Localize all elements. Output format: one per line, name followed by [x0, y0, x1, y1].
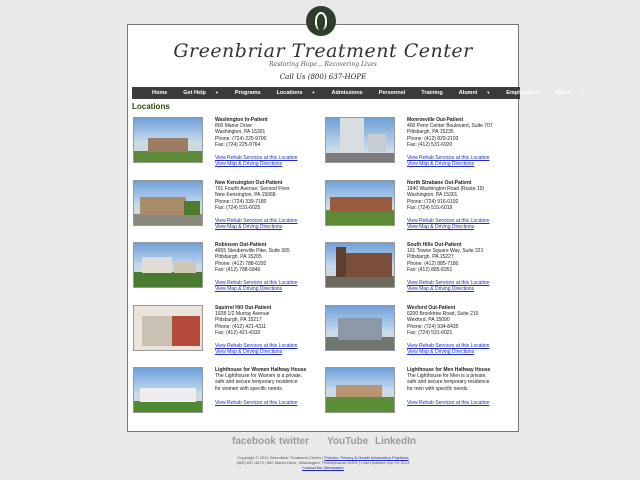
- location-fax: Fax: (412) 885-8351: [407, 266, 453, 273]
- nav-label: Personnel: [378, 90, 406, 96]
- nav-item-alumni[interactable]: Alumni ▼: [459, 90, 499, 96]
- footer: Copyright © 2010 Greenbriar Treatment Ce…: [127, 455, 519, 470]
- nav-label: Training: [421, 90, 443, 96]
- location-photo: [133, 305, 203, 351]
- location-card: North Strabane Out-Patient 1840 Washingt…: [325, 180, 515, 238]
- main-nav: Home Get Help ▼ Programs Locations ▼ Admis…: [132, 87, 584, 99]
- location-photo: [325, 117, 395, 163]
- location-info: Wexford Out-Patient 6200 Brooktree Road,…: [407, 305, 517, 336]
- location-fax: Fax: (724) 531-6021: [407, 329, 453, 336]
- location-links: View Rehab Services at this Location Vie…: [215, 155, 325, 168]
- location-info: Lighthouse for Men Halfway House The Lig…: [407, 367, 517, 392]
- nav-item-get-help[interactable]: Get Help ▼: [183, 90, 227, 96]
- location-links: View Rehab Services at this Location Vie…: [407, 155, 517, 168]
- location-card: Monroeville Out-Patient 400 Penn Center …: [325, 117, 515, 175]
- nav-label: Home: [152, 90, 168, 96]
- chevron-down-icon: ▼: [311, 90, 316, 95]
- nav-label: Admissions: [331, 90, 363, 96]
- site-brand[interactable]: Greenbriar Treatment Center: [127, 40, 519, 62]
- location-photo: [133, 117, 203, 163]
- location-links: View Rehab Services at this Location Vie…: [215, 343, 325, 356]
- leaf-logo-icon[interactable]: [306, 6, 336, 36]
- nav-item-employment[interactable]: Employment: [506, 90, 547, 96]
- map-directions-link[interactable]: View Map & Driving Directions: [407, 349, 517, 355]
- location-card: Washington In-Patient 800 Manor Drive Wa…: [133, 117, 323, 175]
- location-fax: Fax: (412) 421-4332: [215, 329, 261, 336]
- nav-item-about[interactable]: About ▼: [555, 90, 592, 96]
- location-links: View Rehab Services at this Location Vie…: [407, 343, 517, 356]
- nav-label: About: [555, 90, 572, 96]
- youtube-link[interactable]: YouTube: [327, 436, 368, 447]
- nav-item-admissions[interactable]: Admissions: [332, 90, 371, 96]
- location-photo: [325, 180, 395, 226]
- location-card: Lighthouse for Women Halfway House The L…: [133, 367, 323, 425]
- chevron-down-icon: ▼: [580, 90, 585, 95]
- location-card: Robinson Out-Patient 4955 Steubenville P…: [133, 242, 323, 300]
- location-fax: Fax: (724) 531-6019: [407, 204, 453, 211]
- location-links: View Rehab Services at this Location Vie…: [215, 280, 325, 293]
- map-directions-link[interactable]: View Map & Driving Directions: [407, 161, 517, 167]
- location-card: Squirrel Hill Out-Patient 1928 1/2 Murra…: [133, 305, 323, 363]
- location-photo: [325, 242, 395, 288]
- map-directions-link[interactable]: View Map & Driving Directions: [407, 286, 517, 292]
- location-links: View Rehab Services at this Location: [215, 400, 325, 406]
- location-card: South Hills Out-Patient 101 Towne Square…: [325, 242, 515, 300]
- location-links: View Rehab Services at this Location Vie…: [215, 218, 325, 231]
- location-card: New Kensington Out-Patient 701 Fourth Av…: [133, 180, 323, 238]
- location-info: New Kensington Out-Patient 701 Fourth Av…: [215, 180, 325, 211]
- rehab-services-link[interactable]: View Rehab Services at this Location: [407, 400, 517, 406]
- map-directions-link[interactable]: View Map & Driving Directions: [407, 224, 517, 230]
- facebook-link[interactable]: facebook: [232, 436, 276, 447]
- location-info: South Hills Out-Patient 101 Towne Square…: [407, 242, 517, 273]
- location-photo: [325, 367, 395, 413]
- location-info: Monroeville Out-Patient 400 Penn Center …: [407, 117, 517, 148]
- site-tagline: Restoring Hope... Recovering Lives: [269, 61, 377, 68]
- nav-item-locations[interactable]: Locations ▼: [277, 90, 324, 96]
- location-fax: Fax: (724) 531-6025: [215, 204, 261, 211]
- location-photo: [133, 242, 203, 288]
- map-directions-link[interactable]: View Map & Driving Directions: [215, 161, 325, 167]
- location-photo: [133, 180, 203, 226]
- rehab-services-link[interactable]: View Rehab Services at this Location: [215, 400, 325, 406]
- nav-item-programs[interactable]: Programs: [235, 90, 269, 96]
- linkedin-link[interactable]: LinkedIn: [375, 436, 416, 447]
- location-links: View Rehab Services at this Location: [407, 400, 517, 406]
- nav-item-training[interactable]: Training: [421, 90, 450, 96]
- footer-line-3: Contact the Webmaster: [127, 465, 519, 470]
- location-fax: Fax: (412) 531-6920: [407, 141, 453, 148]
- location-desc: for women with specific needs.: [215, 385, 284, 392]
- phone-number: Call Us (800) 637-HOPE: [279, 73, 367, 81]
- location-info: Squirrel Hill Out-Patient 1928 1/2 Murra…: [215, 305, 325, 336]
- twitter-link[interactable]: twitter: [279, 436, 309, 447]
- nav-item-personnel[interactable]: Personnel: [379, 90, 414, 96]
- page-title: Locations: [132, 102, 170, 111]
- location-photo: [325, 305, 395, 351]
- location-card: Wexford Out-Patient 6200 Brooktree Road,…: [325, 305, 515, 363]
- nav-item-home[interactable]: Home: [152, 90, 175, 96]
- location-photo: [133, 367, 203, 413]
- location-info: Robinson Out-Patient 4955 Steubenville P…: [215, 242, 325, 273]
- location-info: Washington In-Patient 800 Manor Drive Wa…: [215, 117, 325, 148]
- nav-label: Locations: [276, 90, 303, 96]
- nav-label: Get Help: [183, 90, 206, 96]
- nav-label: Programs: [234, 90, 261, 96]
- map-directions-link[interactable]: View Map & Driving Directions: [215, 224, 325, 230]
- location-desc: for men with specific needs.: [407, 385, 469, 392]
- nav-label: Alumni: [458, 90, 478, 96]
- map-directions-link[interactable]: View Map & Driving Directions: [215, 286, 325, 292]
- location-info: North Strabane Out-Patient 1840 Washingt…: [407, 180, 517, 211]
- contact-webmaster-link[interactable]: Contact the Webmaster: [302, 465, 344, 470]
- nav-label: Employment: [506, 90, 540, 96]
- location-info: Lighthouse for Women Halfway House The L…: [215, 367, 325, 392]
- location-fax: Fax: (412) 788-5846: [215, 266, 261, 273]
- location-fax: Fax: (724) 225-9764: [215, 141, 261, 148]
- location-card: Lighthouse for Men Halfway House The Lig…: [325, 367, 515, 425]
- location-links: View Rehab Services at this Location Vie…: [407, 218, 517, 231]
- map-directions-link[interactable]: View Map & Driving Directions: [215, 349, 325, 355]
- chevron-down-icon: ▼: [214, 90, 219, 95]
- chevron-down-icon: ▼: [486, 90, 491, 95]
- location-links: View Rehab Services at this Location Vie…: [407, 280, 517, 293]
